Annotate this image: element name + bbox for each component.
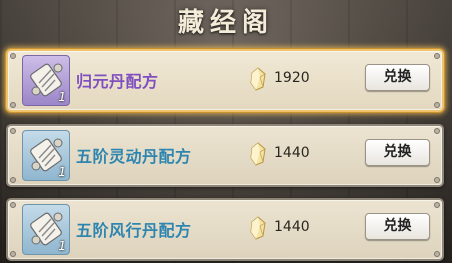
card-rivet <box>10 102 16 108</box>
crystal-currency-icon <box>250 67 266 91</box>
exchange-button[interactable]: 兑换 <box>365 139 430 166</box>
crystal-currency-icon <box>250 142 266 166</box>
page-title: 藏经阁 <box>177 8 274 38</box>
shop-item-card-2[interactable]: 1 五阶风行丹配方 1440 兑换 <box>6 198 444 261</box>
item-name: 五阶风行丹配方 <box>76 221 192 240</box>
card-rivet <box>434 177 440 183</box>
item-name: 归元丹配方 <box>76 72 159 91</box>
item-slot[interactable]: 1 <box>22 130 70 181</box>
card-rivet <box>10 53 16 59</box>
item-slot[interactable]: 1 <box>22 204 70 255</box>
exchange-button[interactable]: 兑换 <box>365 213 430 240</box>
shop-item-card-0[interactable]: 1 归元丹配方 1920 兑换 <box>6 49 444 112</box>
card-rivet <box>10 128 16 134</box>
card-rivet <box>434 102 440 108</box>
item-name: 五阶灵动丹配方 <box>76 147 192 166</box>
card-rivet <box>10 202 16 208</box>
item-price: 1440 <box>274 145 310 161</box>
exchange-button[interactable]: 兑换 <box>365 64 430 91</box>
item-quantity: 1 <box>58 239 66 253</box>
card-rivet <box>10 177 16 183</box>
item-price: 1920 <box>274 70 310 86</box>
shop-item-card-1[interactable]: 1 五阶灵动丹配方 1440 兑换 <box>6 124 444 187</box>
card-rivet <box>434 53 440 59</box>
item-quantity: 1 <box>58 165 66 179</box>
item-slot[interactable]: 1 <box>22 55 70 106</box>
item-quantity: 1 <box>58 90 66 104</box>
item-price: 1440 <box>274 219 310 235</box>
card-rivet <box>434 202 440 208</box>
card-rivet <box>434 128 440 134</box>
card-rivet <box>434 251 440 257</box>
card-rivet <box>10 251 16 257</box>
crystal-currency-icon <box>250 216 266 240</box>
